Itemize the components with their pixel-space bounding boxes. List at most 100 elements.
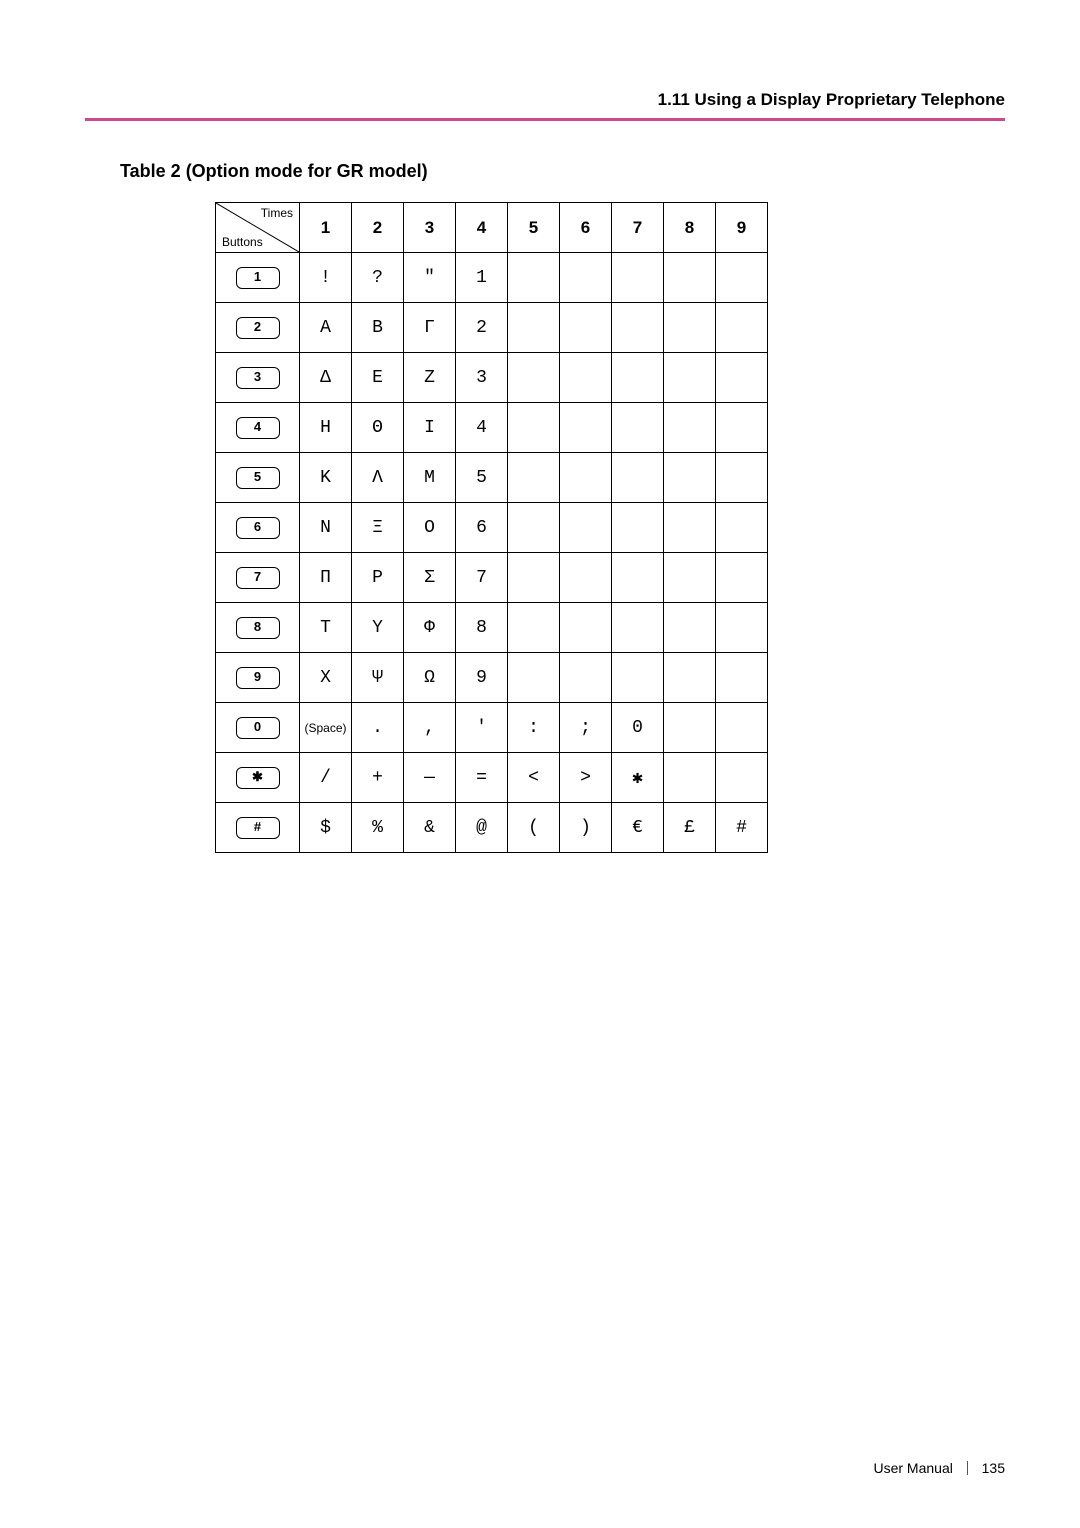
- char-cell: Θ: [352, 403, 404, 453]
- keypad-button-icon: #: [236, 817, 280, 839]
- char-cell: Σ: [404, 553, 456, 603]
- button-cell: 2: [216, 303, 300, 353]
- char-cell: ,: [404, 703, 456, 753]
- character-table: Times Buttons 1 2 3 4 5 6 7 8 9 1!?"12ΑΒ…: [215, 202, 1005, 853]
- char-cell: ?: [352, 253, 404, 303]
- char-cell: [664, 303, 716, 353]
- char-cell: ): [560, 803, 612, 853]
- char-cell: Ε: [352, 353, 404, 403]
- table-row: 7ΠΡΣ7: [216, 553, 768, 603]
- char-cell: +: [352, 753, 404, 803]
- char-cell: Τ: [300, 603, 352, 653]
- char-cell: [664, 603, 716, 653]
- char-cell: [716, 353, 768, 403]
- char-cell: [560, 253, 612, 303]
- keypad-button-icon: 9: [236, 667, 280, 689]
- char-cell: [508, 503, 560, 553]
- char-cell: [716, 753, 768, 803]
- char-cell: [560, 403, 612, 453]
- char-cell: [664, 253, 716, 303]
- char-cell: Υ: [352, 603, 404, 653]
- keypad-button-icon: 2: [236, 317, 280, 339]
- char-cell: Μ: [404, 453, 456, 503]
- char-cell: %: [352, 803, 404, 853]
- char-cell: .: [352, 703, 404, 753]
- char-cell: [560, 603, 612, 653]
- char-cell: Φ: [404, 603, 456, 653]
- char-cell: ": [404, 253, 456, 303]
- char-cell: /: [300, 753, 352, 803]
- char-cell: $: [300, 803, 352, 853]
- char-cell: [664, 753, 716, 803]
- char-cell: =: [456, 753, 508, 803]
- char-cell: 8: [456, 603, 508, 653]
- button-cell: #: [216, 803, 300, 853]
- char-cell: Ζ: [404, 353, 456, 403]
- char-cell: [508, 303, 560, 353]
- char-cell: &: [404, 803, 456, 853]
- button-cell: 6: [216, 503, 300, 553]
- char-cell: [612, 303, 664, 353]
- char-cell: [664, 353, 716, 403]
- button-cell: 7: [216, 553, 300, 603]
- char-cell: >: [560, 753, 612, 803]
- char-cell: [716, 303, 768, 353]
- char-cell: [664, 553, 716, 603]
- char-cell: Ω: [404, 653, 456, 703]
- keypad-button-icon: ✱: [236, 767, 280, 789]
- char-cell: (: [508, 803, 560, 853]
- char-cell: Κ: [300, 453, 352, 503]
- col-header: 2: [352, 203, 404, 253]
- diag-bottom-label: Buttons: [222, 236, 263, 248]
- char-cell: [664, 653, 716, 703]
- char-cell: [664, 403, 716, 453]
- char-cell: [560, 453, 612, 503]
- char-cell: Γ: [404, 303, 456, 353]
- page-footer: User Manual 135: [873, 1460, 1005, 1476]
- char-cell: Ο: [404, 503, 456, 553]
- char-cell: Ρ: [352, 553, 404, 603]
- char-cell: [560, 553, 612, 603]
- button-cell: 1: [216, 253, 300, 303]
- char-cell: 2: [456, 303, 508, 353]
- char-cell: ;: [560, 703, 612, 753]
- char-cell: [560, 353, 612, 403]
- char-cell: [560, 303, 612, 353]
- char-cell: ✱: [612, 753, 664, 803]
- char-cell: [612, 603, 664, 653]
- char-cell: 9: [456, 653, 508, 703]
- char-cell: [508, 653, 560, 703]
- char-cell: —: [404, 753, 456, 803]
- char-cell: [716, 553, 768, 603]
- table-row: 5ΚΛΜ5: [216, 453, 768, 503]
- char-cell: 7: [456, 553, 508, 603]
- table-row: 4ΗΘΙ4: [216, 403, 768, 453]
- header-rule: [85, 118, 1005, 121]
- char-cell: 3: [456, 353, 508, 403]
- char-cell: [612, 253, 664, 303]
- char-cell: [612, 453, 664, 503]
- char-cell: [612, 353, 664, 403]
- char-cell: [508, 253, 560, 303]
- char-cell: 0: [612, 703, 664, 753]
- char-cell: <: [508, 753, 560, 803]
- col-header: 9: [716, 203, 768, 253]
- char-cell: [508, 453, 560, 503]
- button-cell: 8: [216, 603, 300, 653]
- char-cell: Λ: [352, 453, 404, 503]
- char-cell: £: [664, 803, 716, 853]
- char-cell: :: [508, 703, 560, 753]
- char-cell: [716, 653, 768, 703]
- char-cell: @: [456, 803, 508, 853]
- char-cell: [508, 553, 560, 603]
- char-cell: 4: [456, 403, 508, 453]
- keypad-button-icon: 6: [236, 517, 280, 539]
- char-cell: Δ: [300, 353, 352, 403]
- char-cell: Χ: [300, 653, 352, 703]
- char-cell: [716, 253, 768, 303]
- button-cell: ✱: [216, 753, 300, 803]
- col-header: 3: [404, 203, 456, 253]
- char-cell: [560, 653, 612, 703]
- char-cell: Ν: [300, 503, 352, 553]
- col-header: 6: [560, 203, 612, 253]
